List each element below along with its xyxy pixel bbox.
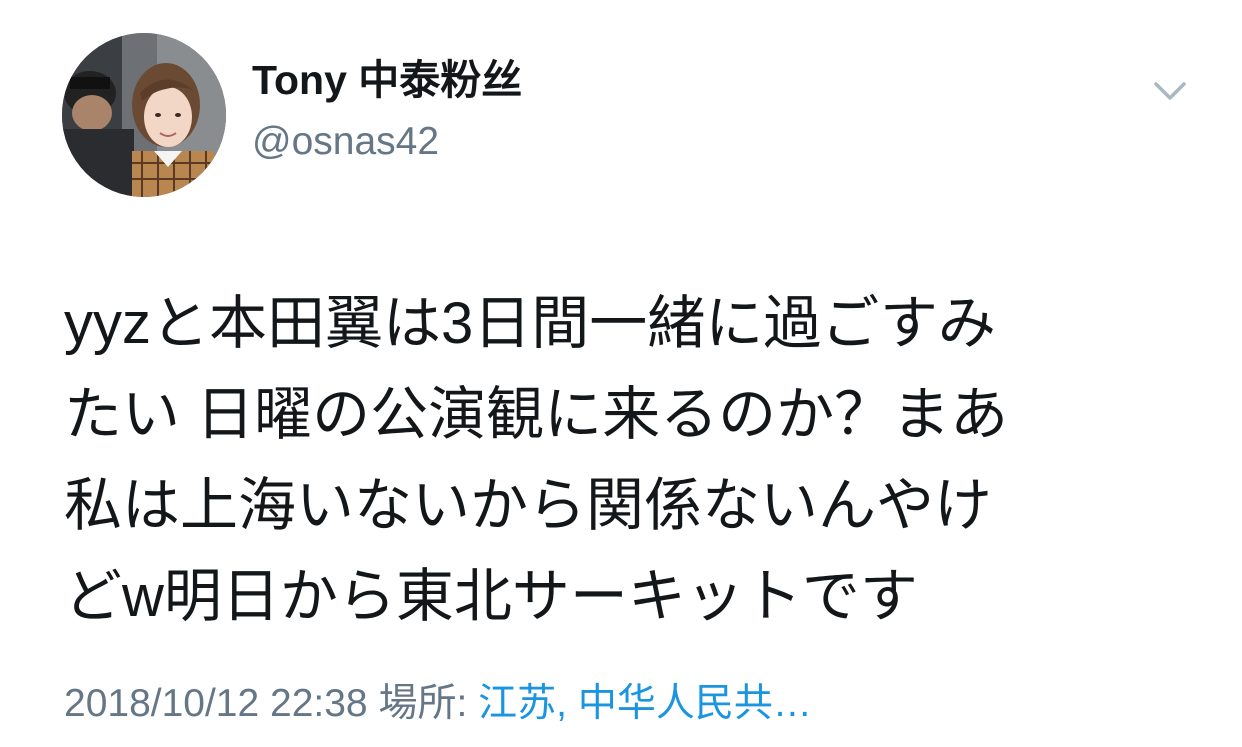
tweet-text-line: yyzと本田翼は3日間一緒に過ごすみ: [64, 291, 996, 356]
profile-photo: [62, 33, 226, 197]
tweet-text: yyzと本田翼は3日間一緒に過ごすみ たい 日曜の公演観に来るのか？まあ 私は上…: [64, 278, 1204, 642]
tweet-card: Tony 中泰粉丝 @osnas42 yyzと本田翼は3日間一緒に過ごすみ たい…: [0, 0, 1242, 747]
location-link[interactable]: 江苏, 中华人民共…: [478, 682, 812, 725]
user-handle[interactable]: @osnas42: [252, 116, 522, 168]
chevron-down-icon[interactable]: [1148, 72, 1192, 108]
timestamp[interactable]: 2018/10/12 22:38: [64, 682, 368, 725]
tweet-text-line: たい 日曜の公演観に来るのか？まあ: [64, 382, 1009, 447]
author-block[interactable]: Tony 中泰粉丝 @osnas42: [252, 52, 522, 168]
location-label: 場所:: [378, 682, 468, 725]
display-name[interactable]: Tony 中泰粉丝: [252, 52, 522, 108]
tweet-text-line: どw明日から東北サーキットです: [64, 564, 918, 629]
tweet-text-line: 私は上海いないから関係ないんやけ: [64, 473, 993, 538]
avatar[interactable]: [62, 33, 226, 197]
tweet-meta: 2018/10/12 22:38 場所: 江苏, 中华人民共…: [64, 678, 812, 730]
